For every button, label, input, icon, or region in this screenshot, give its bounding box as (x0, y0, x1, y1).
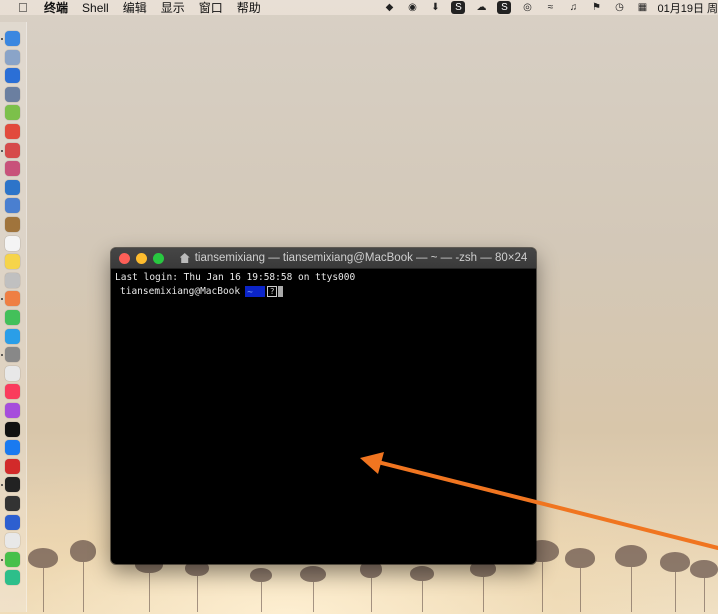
flamingo-leg (631, 567, 632, 612)
flamingo-leg (422, 581, 423, 612)
terminal-content[interactable]: Last login: Thu Jan 16 19:58:58 on ttys0… (111, 269, 536, 300)
dock-wechat-green-icon[interactable] (5, 551, 20, 567)
flamingo-silhouette (70, 540, 96, 562)
flamingo-silhouette (660, 552, 690, 572)
dock-app-red-icon[interactable] (5, 142, 20, 158)
flamingo-leg (483, 577, 484, 612)
flamingo-leg (313, 582, 314, 612)
dock-app-pink-icon[interactable] (5, 161, 20, 177)
dock-vivaldi-icon[interactable] (5, 458, 20, 474)
dock-apple-tv-icon[interactable] (5, 421, 20, 437)
menu-bar-date[interactable]: 01月19日 周 (657, 0, 718, 16)
dock-photos-viewer-icon[interactable] (5, 272, 20, 288)
flamingo-leg (43, 568, 44, 612)
dock-terminal-icon[interactable] (5, 477, 20, 493)
chrome-like-icon[interactable]: ◉ (405, 1, 419, 14)
zoom-button[interactable] (153, 252, 164, 264)
dock-wechat-icon[interactable] (5, 328, 20, 344)
dock-finder-icon[interactable] (5, 31, 20, 46)
flamingo-leg (371, 578, 372, 612)
dock-running-indicator (1, 484, 3, 487)
prompt-user: tiansemixiang@MacBook (120, 286, 241, 297)
dock-settings-icon[interactable] (5, 347, 20, 363)
flag-icon[interactable]: ⚑ (589, 1, 603, 14)
status-bar: ◆ ◉ ⬇ S ☁ S ◎ ≈ ♫ ⚑ ◷ ▦ 01月19日 周 (373, 0, 718, 15)
last-login-line: Last login: Thu Jan 16 19:58:58 on ttys0… (115, 272, 356, 283)
window-title: tiansemixiang — tiansemixiang@MacBook — … (194, 252, 528, 264)
dock-photos-icon[interactable] (5, 291, 20, 307)
dock-music-icon[interactable] (5, 384, 20, 400)
flamingo-silhouette (250, 568, 272, 582)
home-folder-icon (179, 253, 190, 263)
flamingo-leg (704, 578, 705, 612)
dock-android-icon[interactable] (5, 105, 20, 121)
prompt-directory: ~ (245, 286, 266, 298)
menu-window[interactable]: 窗口 (199, 0, 223, 16)
menu-edit[interactable]: 编辑 (123, 0, 147, 16)
minimize-button[interactable] (136, 252, 147, 264)
clock-icon[interactable]: ◷ (612, 1, 626, 14)
flamingo-leg (580, 568, 581, 612)
menu-help[interactable]: 帮助 (237, 0, 261, 16)
dock (0, 22, 27, 612)
dock-app-store-icon[interactable] (5, 440, 20, 456)
text-cursor (278, 286, 284, 297)
flamingo-silhouette (410, 566, 434, 581)
dock-itunes-icon[interactable] (5, 365, 20, 381)
calendar-icon[interactable]: ▦ (635, 1, 649, 14)
prompt-glyph: ? (267, 286, 278, 297)
menu-bar:  终端 Shell 编辑 显示 窗口 帮助 ◆ ◉ ⬇ S ☁ S ◎ ≈ ♫… (0, 0, 718, 15)
flamingo-silhouette (615, 545, 647, 567)
dock-launchpad-icon[interactable] (5, 49, 20, 65)
ghost-icon[interactable]: ☁ (474, 1, 488, 14)
dock-running-indicator (1, 298, 3, 301)
menu-view[interactable]: 显示 (161, 0, 185, 16)
download-icon[interactable]: ⬇ (428, 1, 442, 14)
dock-notes-yellow-icon[interactable] (5, 254, 20, 270)
dock-running-indicator (1, 558, 3, 561)
music-note-icon[interactable]: ♫ (566, 1, 580, 14)
flamingo-leg (149, 573, 150, 612)
dock-running-indicator (1, 149, 3, 152)
vpn-shield-icon[interactable]: ◆ (382, 1, 396, 14)
s-icon[interactable]: S (451, 1, 466, 14)
menu-shell[interactable]: Shell (82, 1, 109, 15)
dock-running-indicator (1, 38, 3, 40)
dock-terminal-2-icon[interactable] (5, 496, 20, 511)
s-square-icon[interactable]: S (497, 1, 512, 14)
dock-app-blue-icon[interactable] (5, 179, 20, 195)
flamingo-leg (542, 562, 543, 612)
dock-safari-icon[interactable] (5, 68, 20, 84)
dock-green-app-icon[interactable] (5, 570, 20, 586)
dock-messages-icon[interactable] (5, 310, 20, 325)
flamingo-silhouette (300, 566, 326, 582)
flamingo-silhouette (565, 548, 595, 568)
dock-calendar-icon[interactable] (5, 235, 20, 251)
flamingo-silhouette (28, 548, 58, 568)
dock-podcasts-icon[interactable] (5, 403, 20, 418)
window-title-wrap: tiansemixiang — tiansemixiang@MacBook — … (171, 248, 536, 268)
menu-terminal[interactable]: 终端 (44, 0, 68, 16)
wifi-icon[interactable]: ≈ (543, 1, 557, 14)
flamingo-leg (197, 576, 198, 612)
dock-chrome-icon[interactable] (5, 124, 20, 139)
apple-menu-icon[interactable]:  (18, 0, 32, 15)
globe-icon[interactable]: ◎ (520, 1, 534, 14)
flamingo-leg (675, 572, 676, 612)
dock-preview-icon[interactable] (5, 198, 20, 214)
prompt-line: tiansemixiang@MacBook ~ ? (115, 285, 532, 298)
flamingo-leg (261, 582, 262, 612)
dock-notes-brown-icon[interactable] (5, 217, 20, 232)
close-button[interactable] (119, 252, 130, 264)
flamingo-silhouette (690, 560, 718, 578)
flamingo-leg (83, 562, 84, 612)
dock-yandex-icon[interactable] (5, 533, 20, 549)
terminal-window[interactable]: tiansemixiang — tiansemixiang@MacBook — … (111, 248, 536, 564)
dock-rocket-icon[interactable] (5, 86, 20, 102)
dock-running-indicator (1, 354, 3, 357)
dock-vpn-icon[interactable] (5, 514, 20, 530)
terminal-titlebar[interactable]: tiansemixiang — tiansemixiang@MacBook — … (111, 248, 536, 269)
